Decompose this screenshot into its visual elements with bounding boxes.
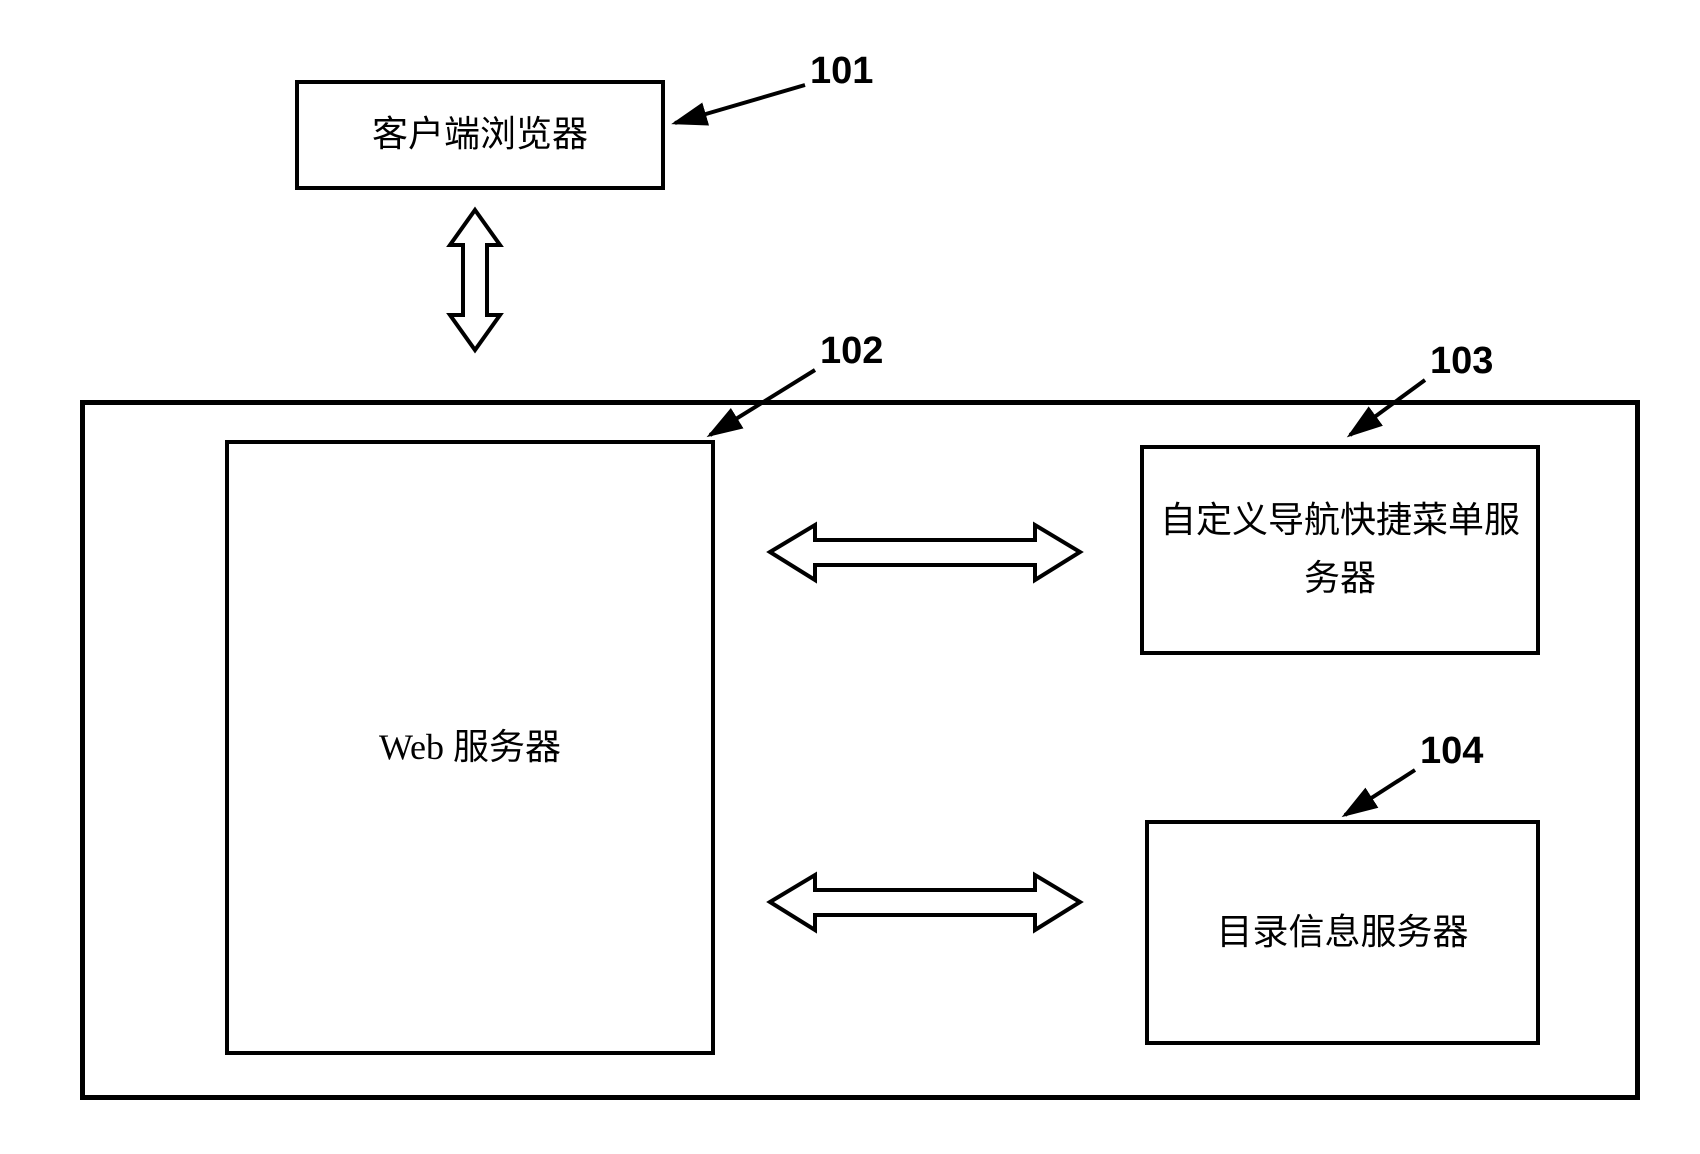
custom-nav-box: 自定义导航快捷菜单服务器 [1140,445,1540,655]
client-browser-text: 客户端浏览器 [372,106,588,164]
dir-info-box: 目录信息服务器 [1145,820,1540,1045]
arrow-103 [1340,375,1430,445]
web-server-box: Web 服务器 [225,440,715,1055]
custom-nav-text: 自定义导航快捷菜单服务器 [1154,492,1526,607]
web-server-text: Web 服务器 [379,719,561,777]
label-102: 102 [820,330,883,373]
dir-info-text: 目录信息服务器 [1216,904,1468,962]
label-103: 103 [1430,340,1493,383]
double-arrow-bottom [770,870,1080,935]
double-arrow-top [770,520,1080,585]
label-104: 104 [1420,730,1483,773]
client-browser-box: 客户端浏览器 [295,80,665,190]
double-arrow-vertical [445,210,505,350]
arrow-104 [1335,765,1420,825]
arrow-102 [700,365,820,445]
label-101: 101 [810,50,873,93]
arrow-101 [665,85,805,135]
